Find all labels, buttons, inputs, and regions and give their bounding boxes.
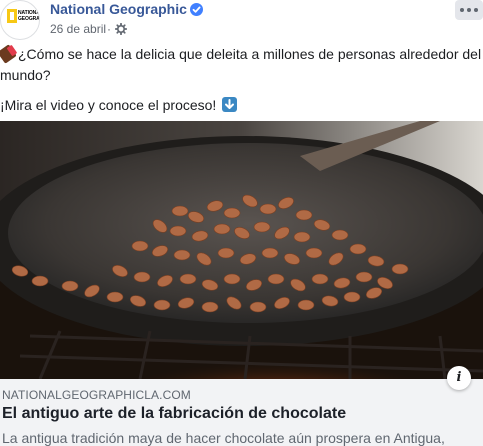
dot	[460, 8, 464, 12]
post-cta-text: ¡Mira el video y conoce el proceso!	[0, 97, 217, 113]
post-header: NATIONAL GEOGRAPHIC National Geographic …	[0, 0, 483, 42]
more-options-icon[interactable]	[455, 0, 483, 20]
link-preview-image[interactable]	[0, 121, 483, 379]
post-question-text: ¿Cómo se hace la delicia que deleita a m…	[0, 46, 482, 83]
chocolate-emoji-icon	[0, 44, 17, 64]
info-icon[interactable]: i	[447, 366, 471, 390]
post-message: ¿Cómo se hace la delicia que deleita a m…	[0, 44, 483, 125]
post-text-line-1: ¿Cómo se hace la delicia que deleita a m…	[0, 44, 483, 86]
national-geographic-logo-icon	[7, 9, 17, 23]
post-text-line-2: ¡Mira el video y conoce el proceso!	[0, 95, 483, 116]
link-domain: NATIONALGEOGRAPHICLA.COM	[2, 388, 191, 402]
link-description: La antigua tradición maya de hacer choco…	[2, 430, 445, 446]
cacao-beans-on-comal-image	[0, 121, 483, 379]
dot	[467, 8, 471, 12]
globe-icon	[115, 23, 127, 35]
verified-badge-icon	[190, 3, 203, 16]
avatar-logo-text: NATIONAL GEOGRAPHIC	[18, 10, 40, 22]
down-arrow-emoji-icon	[222, 97, 238, 112]
dot	[474, 8, 478, 12]
link-preview-meta[interactable]: NATIONALGEOGRAPHICLA.COM El antiguo arte…	[0, 379, 483, 446]
meta-separator: ·	[107, 22, 111, 36]
link-title[interactable]: El antiguo arte de la fabricación de cho…	[2, 405, 346, 423]
post-timestamp[interactable]: 26 de abril	[50, 22, 106, 36]
page-avatar[interactable]: NATIONAL GEOGRAPHIC	[0, 0, 40, 40]
page-name-link[interactable]: National Geographic	[50, 1, 187, 17]
